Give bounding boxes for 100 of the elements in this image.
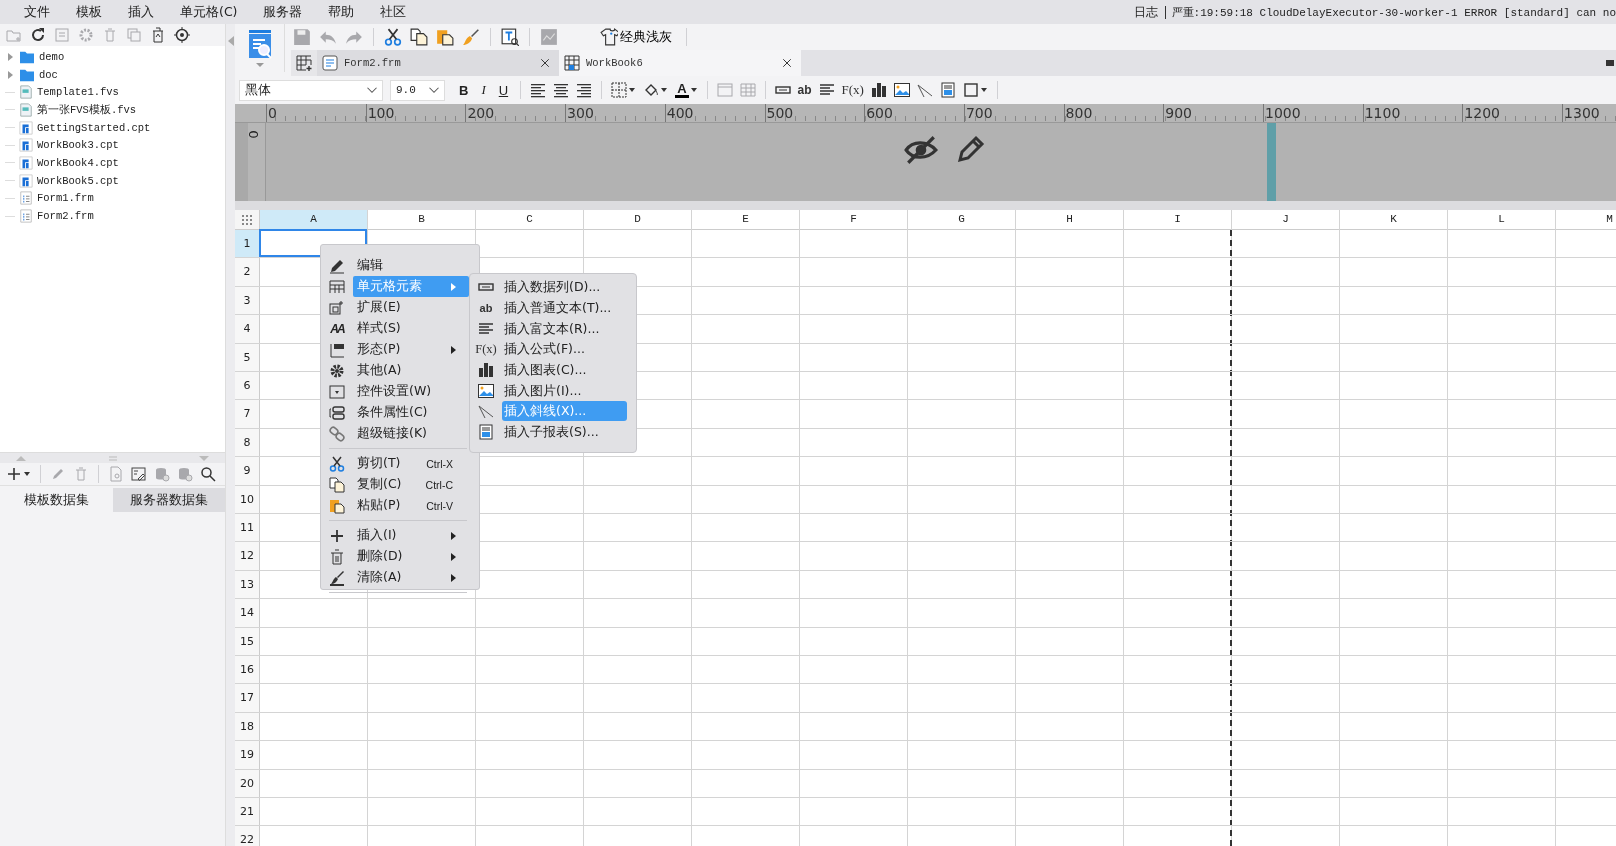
menu-item[interactable]: 插入图表(C)... [502,360,627,381]
preview-icon[interactable] [501,28,519,46]
row-header[interactable]: 17 [235,684,260,712]
log-label[interactable]: 日志 [1133,5,1166,19]
menu-item[interactable]: 插入(I) [353,525,469,546]
tab-label[interactable]: Form2.frm [344,57,401,69]
font-size-select[interactable]: 9.0 [390,79,445,101]
row-header[interactable]: 14 [235,599,260,627]
menu-item[interactable]: 粘贴(P) Ctrl-V [353,495,469,516]
file-name[interactable]: GettingStarted.cpt [37,121,151,134]
report-search-icon[interactable] [246,30,273,60]
document-tab[interactable]: WorkBook6 [559,50,801,76]
menu-item[interactable]: 形态(P) [353,339,469,360]
plain-text-button[interactable]: ab [797,83,812,97]
close-icon[interactable] [539,57,551,69]
align-right-icon[interactable] [576,82,593,98]
menu-item[interactable]: 插入 [115,3,167,21]
row-header[interactable]: 16 [235,656,260,684]
file-name[interactable]: doc [39,68,58,81]
file-name[interactable]: 第一张FVS模板.fvs [37,102,137,117]
text-style-button[interactable]: U [495,82,512,98]
menu-item[interactable]: 插入公式(F)... [502,339,627,360]
plus-icon[interactable] [6,466,22,482]
file-name[interactable]: Form1.frm [37,192,94,205]
menu-item[interactable]: 插入普通文本(T)... [502,298,627,319]
select-all-icon[interactable] [240,212,254,227]
merge-cells-icon[interactable] [716,82,733,98]
menu-item[interactable]: 编辑 [353,255,469,276]
row-header[interactable]: 6 [235,372,260,400]
menu-item[interactable]: 条件属性(C) [353,402,469,423]
row-header[interactable]: 11 [235,514,260,542]
row-header[interactable]: 10 [235,485,260,513]
row-header[interactable]: 8 [235,428,260,457]
row-header[interactable]: 13 [235,570,260,599]
brush-icon[interactable] [462,28,480,46]
row-header[interactable]: 7 [235,400,260,428]
row-header[interactable]: 3 [235,286,260,315]
menu-item[interactable]: 插入图片(I)... [502,380,627,401]
menu-item[interactable]: 插入富文本(R)... [502,318,627,339]
file-name[interactable]: WorkBook3.cpt [37,139,119,152]
workbook-icon[interactable] [564,55,580,71]
caret-icon[interactable] [660,86,669,94]
border-box-icon[interactable] [962,82,979,98]
hidden-eye-icon[interactable] [904,133,938,167]
menu-item[interactable]: 控件设置(W) [353,381,469,402]
menu-item[interactable]: 模板 [63,3,115,21]
menu-item[interactable]: 扩展(E) [353,297,469,318]
row-header[interactable]: 18 [235,712,260,741]
menu-item[interactable]: 清除(A) [353,567,469,588]
subreport-icon[interactable] [939,82,956,98]
image-icon[interactable] [478,382,494,399]
file-name[interactable]: demo [39,50,65,63]
file-name[interactable]: WorkBook4.cpt [37,156,119,169]
caret-icon[interactable] [628,86,637,94]
caret-icon[interactable] [689,86,698,94]
font-select[interactable]: 黑体 [239,79,383,101]
dataset-edit-icon[interactable] [131,466,147,482]
fill-bucket-icon[interactable] [643,82,660,98]
shirt-icon[interactable] [600,28,618,46]
menu-item[interactable]: 其他(A) [353,360,469,381]
text-style-button[interactable]: B [456,82,472,98]
cut-icon[interactable] [384,28,402,46]
row-header[interactable]: 19 [235,741,260,769]
recycle-bin-icon[interactable] [150,27,166,43]
file-name[interactable]: Template1.fvs [37,86,119,99]
menu-item[interactable]: 剪切(T) Ctrl-X [353,453,469,474]
file-name[interactable]: Form2.frm [37,210,94,223]
file-name[interactable]: WorkBook5.cpt [37,174,119,187]
row-header[interactable]: 2 [235,258,260,286]
row-header[interactable]: 15 [235,627,260,655]
menu-item[interactable]: 插入子报表(S)... [502,422,627,443]
row-header[interactable]: 22 [235,826,260,846]
menu-item[interactable]: 服务器 [250,3,316,21]
caret-icon[interactable] [979,86,988,94]
menu-item[interactable]: 超级链接(K) [353,423,469,444]
ruler-marker[interactable] [1267,123,1276,201]
menu-item[interactable]: 社区 [367,3,420,21]
diagonal-line-icon[interactable] [916,82,933,98]
search-icon[interactable] [200,466,216,482]
image-icon[interactable] [893,82,910,98]
text-style-button[interactable]: I [478,82,489,98]
align-center-icon[interactable] [553,82,570,98]
window-icon[interactable] [1606,58,1614,68]
menu-item[interactable]: 帮助 [315,3,368,21]
row-header[interactable]: 21 [235,798,260,826]
add-sheet-icon[interactable] [296,55,312,71]
row-header[interactable]: 1 [235,230,260,258]
resize-handle-icon[interactable] [108,455,117,461]
target-icon[interactable] [174,27,190,43]
close-icon[interactable] [781,57,793,69]
menu-item[interactable]: 单元格(C) [167,3,251,21]
rich-text-icon[interactable] [818,82,835,98]
row-header[interactable]: 9 [235,457,260,485]
paste-icon[interactable] [436,28,454,46]
menu-item[interactable]: 样式(S) [353,318,469,339]
subreport-icon[interactable] [478,424,494,441]
border-icon[interactable] [611,82,628,98]
font-color-button[interactable]: A [675,82,689,98]
theme-button[interactable]: 经典浅灰 [596,28,676,46]
row-header[interactable]: 4 [235,315,260,343]
